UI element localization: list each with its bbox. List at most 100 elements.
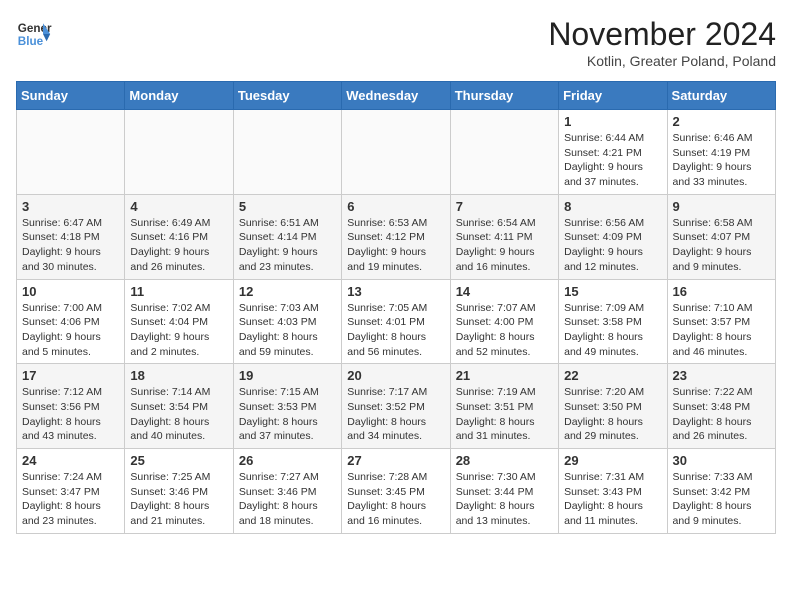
day-number: 25 xyxy=(130,453,227,468)
calendar-cell xyxy=(125,110,233,195)
calendar-cell: 12 Sunrise: 7:03 AM Sunset: 4:03 PM Dayli… xyxy=(233,279,341,364)
day-number: 30 xyxy=(673,453,770,468)
logo-icon: General Blue xyxy=(16,16,52,52)
calendar-cell: 4 Sunrise: 6:49 AM Sunset: 4:16 PM Daylig… xyxy=(125,194,233,279)
day-info: Sunrise: 7:28 AM Sunset: 3:45 PM Dayligh… xyxy=(347,470,444,529)
day-number: 2 xyxy=(673,114,770,129)
day-info: Sunrise: 7:07 AM Sunset: 4:00 PM Dayligh… xyxy=(456,301,553,360)
day-number: 29 xyxy=(564,453,661,468)
day-number: 3 xyxy=(22,199,119,214)
calendar-cell: 26 Sunrise: 7:27 AM Sunset: 3:46 PM Dayli… xyxy=(233,449,341,534)
day-number: 4 xyxy=(130,199,227,214)
title-block: November 2024 Kotlin, Greater Poland, Po… xyxy=(548,16,776,69)
day-number: 5 xyxy=(239,199,336,214)
day-number: 15 xyxy=(564,284,661,299)
day-number: 13 xyxy=(347,284,444,299)
calendar-cell: 2 Sunrise: 6:46 AM Sunset: 4:19 PM Daylig… xyxy=(667,110,775,195)
day-info: Sunrise: 6:54 AM Sunset: 4:11 PM Dayligh… xyxy=(456,216,553,275)
calendar-cell: 9 Sunrise: 6:58 AM Sunset: 4:07 PM Daylig… xyxy=(667,194,775,279)
day-info: Sunrise: 7:17 AM Sunset: 3:52 PM Dayligh… xyxy=(347,385,444,444)
day-info: Sunrise: 7:19 AM Sunset: 3:51 PM Dayligh… xyxy=(456,385,553,444)
day-info: Sunrise: 6:47 AM Sunset: 4:18 PM Dayligh… xyxy=(22,216,119,275)
col-header-tuesday: Tuesday xyxy=(233,82,341,110)
calendar-cell xyxy=(17,110,125,195)
day-number: 7 xyxy=(456,199,553,214)
day-number: 18 xyxy=(130,368,227,383)
day-number: 1 xyxy=(564,114,661,129)
day-info: Sunrise: 7:03 AM Sunset: 4:03 PM Dayligh… xyxy=(239,301,336,360)
calendar-cell xyxy=(233,110,341,195)
calendar-cell xyxy=(342,110,450,195)
calendar-cell: 28 Sunrise: 7:30 AM Sunset: 3:44 PM Dayli… xyxy=(450,449,558,534)
day-info: Sunrise: 7:15 AM Sunset: 3:53 PM Dayligh… xyxy=(239,385,336,444)
day-info: Sunrise: 7:14 AM Sunset: 3:54 PM Dayligh… xyxy=(130,385,227,444)
day-number: 21 xyxy=(456,368,553,383)
calendar-cell: 19Sunrise: 7:15 AM Sunset: 3:53 PM Dayli… xyxy=(233,364,341,449)
day-number: 23 xyxy=(673,368,770,383)
calendar-cell: 25 Sunrise: 7:25 AM Sunset: 3:46 PM Dayli… xyxy=(125,449,233,534)
month-year-title: November 2024 xyxy=(548,16,776,53)
week-row-3: 17Sunrise: 7:12 AM Sunset: 3:56 PM Dayli… xyxy=(17,364,776,449)
day-info: Sunrise: 7:33 AM Sunset: 3:42 PM Dayligh… xyxy=(673,470,770,529)
day-number: 28 xyxy=(456,453,553,468)
calendar-table: SundayMondayTuesdayWednesdayThursdayFrid… xyxy=(16,81,776,534)
day-info: Sunrise: 7:27 AM Sunset: 3:46 PM Dayligh… xyxy=(239,470,336,529)
day-number: 12 xyxy=(239,284,336,299)
col-header-sunday: Sunday xyxy=(17,82,125,110)
calendar-cell: 5Sunrise: 6:51 AM Sunset: 4:14 PM Daylig… xyxy=(233,194,341,279)
day-info: Sunrise: 7:24 AM Sunset: 3:47 PM Dayligh… xyxy=(22,470,119,529)
calendar-cell: 21 Sunrise: 7:19 AM Sunset: 3:51 PM Dayli… xyxy=(450,364,558,449)
col-header-wednesday: Wednesday xyxy=(342,82,450,110)
day-number: 27 xyxy=(347,453,444,468)
calendar-cell xyxy=(450,110,558,195)
day-info: Sunrise: 7:30 AM Sunset: 3:44 PM Dayligh… xyxy=(456,470,553,529)
calendar-cell: 24 Sunrise: 7:24 AM Sunset: 3:47 PM Dayli… xyxy=(17,449,125,534)
calendar-cell: 22 Sunrise: 7:20 AM Sunset: 3:50 PM Dayli… xyxy=(559,364,667,449)
day-info: Sunrise: 7:20 AM Sunset: 3:50 PM Dayligh… xyxy=(564,385,661,444)
calendar-cell: 16Sunrise: 7:10 AM Sunset: 3:57 PM Dayli… xyxy=(667,279,775,364)
svg-text:Blue: Blue xyxy=(18,35,44,48)
day-info: Sunrise: 6:58 AM Sunset: 4:07 PM Dayligh… xyxy=(673,216,770,275)
logo: General Blue xyxy=(16,16,52,52)
day-info: Sunrise: 6:46 AM Sunset: 4:19 PM Dayligh… xyxy=(673,131,770,190)
day-info: Sunrise: 6:53 AM Sunset: 4:12 PM Dayligh… xyxy=(347,216,444,275)
col-header-monday: Monday xyxy=(125,82,233,110)
calendar-cell: 30 Sunrise: 7:33 AM Sunset: 3:42 PM Dayli… xyxy=(667,449,775,534)
week-row-2: 10 Sunrise: 7:00 AM Sunset: 4:06 PM Dayli… xyxy=(17,279,776,364)
calendar-cell: 13 Sunrise: 7:05 AM Sunset: 4:01 PM Dayli… xyxy=(342,279,450,364)
day-number: 9 xyxy=(673,199,770,214)
day-info: Sunrise: 7:05 AM Sunset: 4:01 PM Dayligh… xyxy=(347,301,444,360)
calendar-cell: 23 Sunrise: 7:22 AM Sunset: 3:48 PM Dayli… xyxy=(667,364,775,449)
day-number: 8 xyxy=(564,199,661,214)
day-info: Sunrise: 6:56 AM Sunset: 4:09 PM Dayligh… xyxy=(564,216,661,275)
day-number: 20 xyxy=(347,368,444,383)
calendar-cell: 14 Sunrise: 7:07 AM Sunset: 4:00 PM Dayli… xyxy=(450,279,558,364)
day-number: 10 xyxy=(22,284,119,299)
header: General Blue November 2024 Kotlin, Great… xyxy=(16,16,776,69)
col-header-saturday: Saturday xyxy=(667,82,775,110)
calendar-cell: 8 Sunrise: 6:56 AM Sunset: 4:09 PM Daylig… xyxy=(559,194,667,279)
calendar-cell: 18 Sunrise: 7:14 AM Sunset: 3:54 PM Dayli… xyxy=(125,364,233,449)
day-number: 14 xyxy=(456,284,553,299)
calendar-cell: 7 Sunrise: 6:54 AM Sunset: 4:11 PM Daylig… xyxy=(450,194,558,279)
calendar-cell: 20 Sunrise: 7:17 AM Sunset: 3:52 PM Dayli… xyxy=(342,364,450,449)
week-row-0: 1 Sunrise: 6:44 AM Sunset: 4:21 PM Daylig… xyxy=(17,110,776,195)
calendar-cell: 11Sunrise: 7:02 AM Sunset: 4:04 PM Dayli… xyxy=(125,279,233,364)
calendar-cell: 27 Sunrise: 7:28 AM Sunset: 3:45 PM Dayli… xyxy=(342,449,450,534)
week-row-1: 3 Sunrise: 6:47 AM Sunset: 4:18 PM Daylig… xyxy=(17,194,776,279)
day-number: 11 xyxy=(130,284,227,299)
day-info: Sunrise: 7:22 AM Sunset: 3:48 PM Dayligh… xyxy=(673,385,770,444)
week-row-4: 24 Sunrise: 7:24 AM Sunset: 3:47 PM Dayli… xyxy=(17,449,776,534)
day-info: Sunrise: 7:00 AM Sunset: 4:06 PM Dayligh… xyxy=(22,301,119,360)
col-header-friday: Friday xyxy=(559,82,667,110)
location-subtitle: Kotlin, Greater Poland, Poland xyxy=(548,53,776,69)
day-info: Sunrise: 7:09 AM Sunset: 3:58 PM Dayligh… xyxy=(564,301,661,360)
day-info: Sunrise: 6:49 AM Sunset: 4:16 PM Dayligh… xyxy=(130,216,227,275)
day-info: Sunrise: 7:25 AM Sunset: 3:46 PM Dayligh… xyxy=(130,470,227,529)
day-number: 22 xyxy=(564,368,661,383)
day-number: 26 xyxy=(239,453,336,468)
day-number: 24 xyxy=(22,453,119,468)
calendar-cell: 10 Sunrise: 7:00 AM Sunset: 4:06 PM Dayli… xyxy=(17,279,125,364)
day-info: Sunrise: 6:44 AM Sunset: 4:21 PM Dayligh… xyxy=(564,131,661,190)
calendar-cell: 15 Sunrise: 7:09 AM Sunset: 3:58 PM Dayli… xyxy=(559,279,667,364)
